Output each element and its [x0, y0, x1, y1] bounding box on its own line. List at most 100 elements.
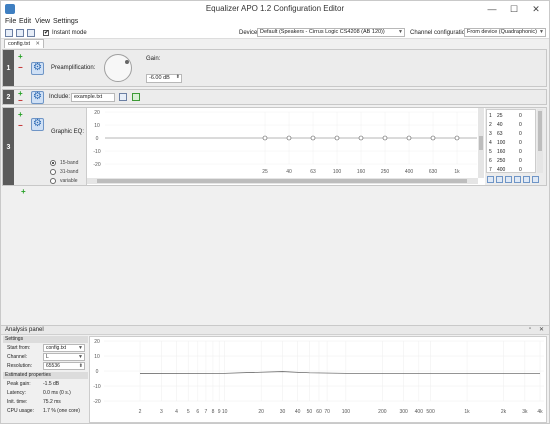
- band-table-row[interactable]: 5 160 0: [487, 147, 537, 156]
- band-index: 5: [489, 149, 492, 155]
- minimize-button[interactable]: —: [481, 1, 503, 17]
- settings-icon[interactable]: [31, 91, 44, 104]
- eq-graph-area[interactable]: 20 10 0 -10 -20 25 40 63 100 160 250 400 630 1k: [86, 108, 485, 185]
- eq-band-handle[interactable]: [262, 135, 268, 141]
- eq-x-tick-label: 100: [333, 169, 342, 175]
- settings-header: Settings: [3, 336, 88, 343]
- eq-y-tick-label: -10: [93, 149, 100, 155]
- band-table-row[interactable]: 3 63 0: [487, 129, 537, 138]
- close-panel-icon[interactable]: ✕: [539, 326, 544, 333]
- invert-icon[interactable]: [505, 176, 512, 183]
- eq-band-handle[interactable]: [406, 135, 412, 141]
- filter-row-preamp: 1 + − Preamplification: Gain: -6.00 dB ⬍: [2, 49, 547, 87]
- band-table-row[interactable]: 7 400 0: [487, 165, 537, 174]
- chevron-down-icon: ▼: [78, 354, 83, 360]
- add-filter-icon[interactable]: +: [18, 111, 23, 119]
- band-frequency: 400: [497, 167, 506, 173]
- menu-settings[interactable]: Settings: [53, 18, 78, 25]
- eq-band-handle[interactable]: [382, 135, 388, 141]
- open-folder-icon[interactable]: [119, 93, 127, 101]
- analysis-x-tick-label: 4: [175, 409, 178, 415]
- eq-band-handle[interactable]: [358, 135, 364, 141]
- tab-config[interactable]: config.txt ✕: [4, 39, 44, 48]
- band-frequency: 25: [497, 113, 503, 119]
- sort-icon[interactable]: [532, 176, 539, 183]
- gain-knob[interactable]: [104, 54, 132, 82]
- float-panel-icon[interactable]: ▫: [529, 326, 531, 332]
- frequency-response-plot: 20100-10-202 3 4 5 6 7 8 9 10 20 30 40 50 60 70 100 200 3…: [93, 339, 544, 415]
- scroll-thumb[interactable]: [97, 179, 467, 183]
- device-select[interactable]: Default (Speakers - Cirrus Logic CS4208 …: [257, 28, 405, 37]
- eq-horizontal-scrollbar[interactable]: [87, 178, 478, 184]
- band-table[interactable]: 1 25 0 2 40 0 3 63 0 4 100 0 5 160 0 6 250 0 7 400 0: [486, 109, 536, 173]
- remove-filter-icon[interactable]: −: [18, 64, 23, 72]
- remove-filter-icon[interactable]: −: [18, 97, 23, 105]
- open-include-icon[interactable]: [132, 93, 140, 101]
- menu-edit[interactable]: Edit: [19, 18, 31, 25]
- eq-y-tick-label: -20: [93, 162, 100, 168]
- band-table-row[interactable]: 1 25 0: [487, 111, 537, 120]
- eq-band-handle[interactable]: [334, 135, 340, 141]
- row-number: 2: [3, 90, 14, 104]
- add-row-icon[interactable]: +: [21, 188, 26, 196]
- band-table-row[interactable]: 6 250 0: [487, 156, 537, 165]
- band-gain: 0: [519, 158, 522, 164]
- title-bar[interactable]: Equalizer APO 1.2 Configuration Editor —…: [1, 1, 549, 17]
- band-frequency: 100: [497, 140, 506, 146]
- close-tab-icon[interactable]: ✕: [35, 40, 40, 48]
- export-icon[interactable]: [496, 176, 503, 183]
- settings-icon[interactable]: [31, 62, 44, 75]
- eq-band-handle[interactable]: [454, 135, 460, 141]
- resolution-input[interactable]: 65536 ⬍: [43, 362, 85, 370]
- channel-config-select[interactable]: From device (Quadraphonic) ▼: [464, 28, 546, 37]
- channel-select[interactable]: L ▼: [43, 353, 85, 361]
- start-from-label: Start from:: [7, 345, 31, 351]
- band-frequency: 40: [497, 122, 503, 128]
- normalize-icon[interactable]: [523, 176, 530, 183]
- instant-mode-checkbox[interactable]: ✔: [43, 30, 49, 36]
- add-filter-icon[interactable]: +: [18, 53, 23, 61]
- band-variable-radio[interactable]: [50, 178, 56, 184]
- analysis-x-tick-label: 3: [160, 409, 163, 415]
- band-gain: 0: [519, 131, 522, 137]
- resolution-value: 65536: [46, 363, 60, 369]
- frequency-response-graph[interactable]: 20 10 0 -10 -20 2 3 4 5 6 7 8 9 10 20 30 40 50 60 70 100 200 3…: [89, 336, 547, 423]
- eq-tools: [487, 175, 547, 184]
- gain-input[interactable]: -6.00 dB ⬍: [146, 74, 182, 83]
- eq-band-handle[interactable]: [430, 135, 436, 141]
- scroll-thumb[interactable]: [479, 136, 483, 150]
- settings-icon[interactable]: [31, 118, 44, 131]
- band-31-radio[interactable]: [50, 169, 56, 175]
- band-gain: 0: [519, 140, 522, 146]
- band-table-row[interactable]: 4 100 0: [487, 138, 537, 147]
- reset-icon[interactable]: [514, 176, 521, 183]
- band-15-radio[interactable]: [50, 160, 56, 166]
- analysis-x-tick-label: 2k: [501, 409, 507, 415]
- band-index: 6: [489, 158, 492, 164]
- eq-graph[interactable]: 20100-10-2025 40 63 100 160 250 400 630 1k: [87, 108, 477, 178]
- open-file-icon[interactable]: [16, 29, 24, 37]
- import-icon[interactable]: [487, 176, 494, 183]
- eq-x-tick-label: 250: [381, 169, 390, 175]
- band-table-row[interactable]: 2 40 0: [487, 120, 537, 129]
- eq-vertical-scrollbar[interactable]: [478, 108, 484, 178]
- remove-filter-icon[interactable]: −: [18, 122, 23, 130]
- include-file-input[interactable]: example.txt: [71, 93, 115, 102]
- save-file-icon[interactable]: [27, 29, 35, 37]
- tab-bar: config.txt ✕: [1, 39, 549, 48]
- close-button[interactable]: ✕: [525, 1, 547, 17]
- estimated-header: Estimated properties: [3, 372, 88, 379]
- new-file-icon[interactable]: [5, 29, 13, 37]
- menu-file[interactable]: File: [5, 18, 16, 25]
- eq-band-handle[interactable]: [286, 135, 292, 141]
- eq-band-handle[interactable]: [310, 135, 316, 141]
- start-from-select[interactable]: config.txt ▼: [43, 344, 85, 352]
- maximize-button[interactable]: ☐: [503, 1, 525, 17]
- filter-row-graphic-eq: 3 + − Graphic EQ: 15-band 31-band variab…: [2, 107, 547, 186]
- eq-x-tick-label: 1k: [454, 169, 460, 175]
- include-value: example.txt: [74, 94, 103, 100]
- scroll-thumb[interactable]: [538, 111, 542, 151]
- latency-label: Latency:: [7, 390, 26, 396]
- menu-view[interactable]: View: [35, 18, 50, 25]
- band-table-scrollbar[interactable]: [537, 109, 543, 173]
